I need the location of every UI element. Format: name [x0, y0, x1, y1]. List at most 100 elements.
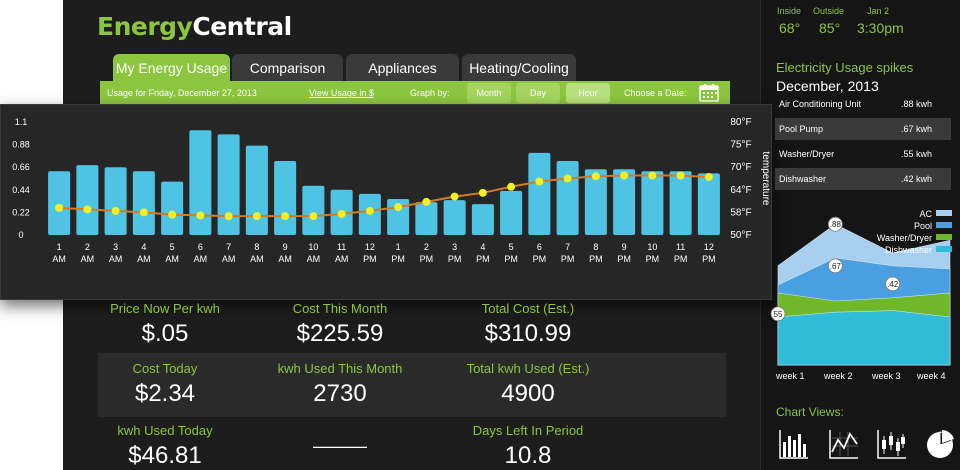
usage-bar	[641, 171, 664, 235]
spikes-title: Electricity Usage spikes	[776, 60, 914, 75]
graph-by-day-button[interactable]: Day	[516, 83, 560, 103]
spike-name: Air Conditioning Unit	[779, 99, 862, 109]
x-tick-label-period: PM	[504, 254, 518, 264]
stat-value-empty-dash: ———	[313, 436, 367, 456]
tab-appliances[interactable]: Appliances	[346, 54, 459, 81]
temperature-point	[224, 212, 233, 221]
x-tick-label-hour: 7	[226, 242, 231, 252]
temperature-point	[337, 209, 346, 218]
x-tick-label-hour: 2	[85, 242, 90, 252]
x-tick-label-period: AM	[81, 254, 95, 264]
temperature-point	[450, 192, 459, 201]
x-tick-label-period: PM	[448, 254, 462, 264]
x-tick-label-period: PM	[674, 254, 688, 264]
x-tick-label-period: AM	[307, 254, 321, 264]
usage-bar	[415, 202, 438, 235]
temperature-point	[196, 211, 205, 220]
data-point-label: .88	[830, 220, 842, 229]
stat-label-cost-month: Cost This Month	[292, 301, 388, 316]
usage-bar	[500, 190, 523, 235]
x-tick-label-hour: 4	[141, 242, 146, 252]
hourly-usage-chart: 1.1 0.88 0.66 0.44 0.22 0 80°F 75°F 70°F 64°F 58°F…	[0, 104, 772, 300]
x-tick-label-hour: 1	[396, 242, 401, 252]
spike-name: Washer/Dryer	[779, 149, 835, 159]
y-tick-label-right: 70°F	[730, 162, 751, 173]
outside-label: Outside	[813, 6, 845, 16]
usage-bar	[669, 171, 692, 235]
x-tick-label-hour: 6	[537, 242, 542, 252]
legend-label: AC	[919, 209, 932, 219]
view-usage-dollars-link[interactable]: View Usage in $	[309, 88, 374, 98]
pie-chart-icon[interactable]	[924, 428, 956, 460]
stat-label-total-kwh: Total kwh Used (Est.)	[466, 361, 590, 376]
x-tick-label-hour: 11	[676, 242, 685, 252]
week-label: week 2	[824, 371, 853, 381]
graph-by-hour-button[interactable]: Hour	[566, 83, 610, 103]
tab-comparison[interactable]: Comparison	[232, 54, 343, 81]
inside-temp: 68°	[779, 20, 801, 36]
x-tick-label-period: AM	[194, 254, 208, 264]
usage-bar	[161, 181, 184, 235]
y-tick-label-right: 75°F	[730, 140, 751, 151]
x-tick-label-hour: 5	[509, 242, 514, 252]
x-tick-label-period: PM	[476, 254, 490, 264]
spike-value: .42 kwh	[901, 174, 933, 184]
spikes-month: December, 2013	[776, 78, 879, 94]
temperature-point	[281, 212, 290, 221]
usage-bar	[556, 161, 579, 235]
x-tick-label-hour: 9	[283, 242, 288, 252]
stat-value-total-cost: $310.99	[484, 320, 572, 347]
temperature-point	[620, 171, 629, 180]
usage-bar	[245, 145, 268, 235]
temperature-point	[309, 212, 318, 221]
candlestick-icon[interactable]	[876, 428, 908, 460]
legend-swatch	[936, 210, 952, 216]
stat-value-days-left: 10.8	[504, 442, 552, 469]
stat-label-price-now: Price Now Per kwh	[110, 301, 220, 316]
histogram-icon[interactable]	[778, 428, 810, 460]
current-time: 3:30pm	[857, 20, 904, 36]
spike-row: Washer/Dryer .55 kwh	[775, 143, 951, 165]
logo-part-1: Energy	[97, 12, 193, 41]
temperature-point	[168, 210, 177, 219]
temperature-point	[563, 174, 572, 183]
x-tick-label-period: AM	[250, 254, 264, 264]
x-tick-label-hour: 12	[704, 242, 714, 252]
x-tick-label-period: PM	[589, 254, 603, 264]
data-point-label: .42	[887, 280, 899, 289]
tab-heating-cooling[interactable]: Heating/Cooling	[462, 54, 576, 81]
x-tick-label-period: AM	[165, 254, 179, 264]
usage-bar	[443, 200, 466, 235]
usage-bar	[471, 204, 494, 235]
spike-value: .55 kwh	[901, 149, 933, 159]
x-tick-label-period: PM	[646, 254, 660, 264]
legend-label: Dishwasher	[885, 245, 932, 255]
temperature-point	[394, 203, 403, 212]
y-tick-label-left: 0.88	[12, 140, 30, 150]
x-tick-label-period: AM	[109, 254, 123, 264]
temperature-point	[83, 205, 92, 214]
usage-bar	[76, 165, 99, 235]
legend-label: Washer/Dryer	[877, 233, 932, 243]
chart-views-title: Chart Views:	[776, 405, 844, 419]
x-tick-label-period: PM	[363, 254, 377, 264]
temperature-point	[365, 206, 374, 215]
line-chart-icon[interactable]	[828, 428, 860, 460]
spike-name: Dishwasher	[779, 174, 827, 184]
stat-value-kwh-month: 2730	[313, 380, 367, 407]
legend-label: Pool	[914, 221, 932, 231]
x-tick-label-period: PM	[533, 254, 547, 264]
usage-bar	[132, 171, 155, 235]
stat-value-kwh-today: $46.81	[128, 442, 202, 469]
y-tick-label-right: 64°F	[730, 185, 751, 196]
x-tick-label-hour: 9	[622, 242, 627, 252]
calendar-icon[interactable]	[699, 84, 719, 102]
choose-date-label: Choose a Date:	[624, 88, 687, 98]
tab-my-energy-usage[interactable]: My Energy Usage	[113, 54, 230, 81]
temperature-point	[478, 188, 487, 197]
usage-bar	[274, 161, 297, 235]
temperature-point	[535, 177, 544, 186]
graph-by-month-button[interactable]: Month	[467, 83, 511, 103]
temperature-point	[704, 172, 713, 181]
temperature-point	[252, 212, 261, 221]
